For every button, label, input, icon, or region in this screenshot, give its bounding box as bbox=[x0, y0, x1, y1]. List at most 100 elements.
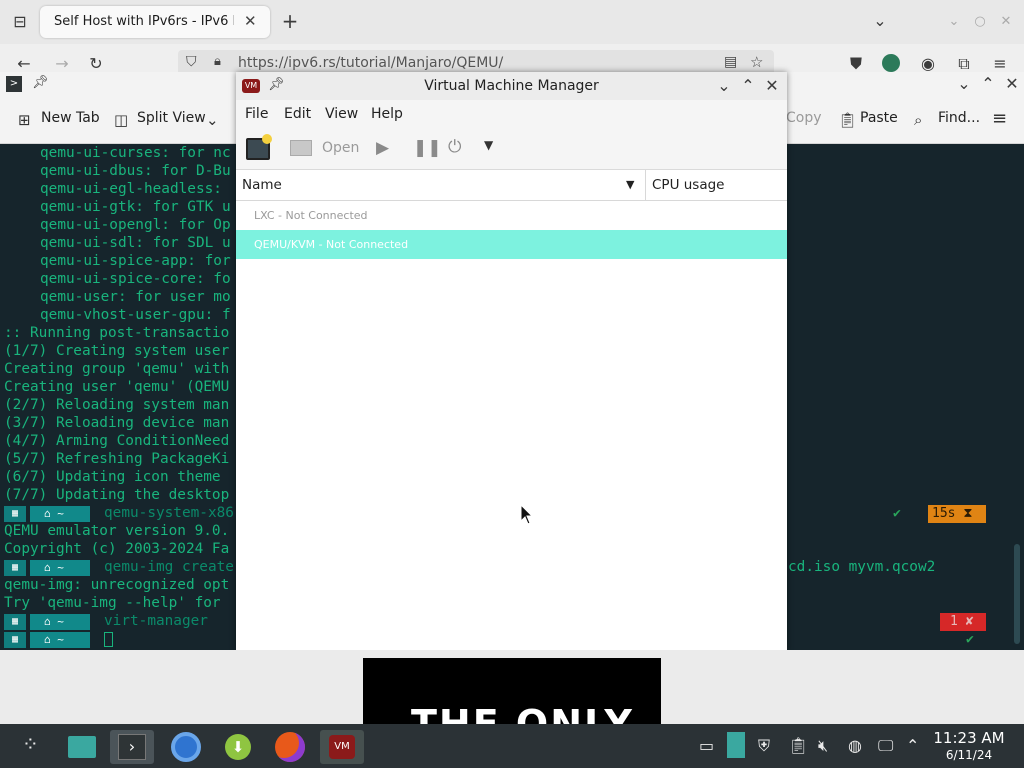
hamburger-menu-icon[interactable]: ≡ bbox=[992, 108, 1007, 129]
menu-icon[interactable]: ≡ bbox=[990, 54, 1010, 74]
forward-icon[interactable]: → bbox=[52, 54, 72, 74]
reader-view-icon[interactable]: ▤ bbox=[724, 54, 737, 70]
pause-icon[interactable]: ❚❚ bbox=[413, 138, 442, 158]
browser-window: ⊟ Self Host with IPv6rs - IPv6 Po ✕ + ⌄ … bbox=[0, 0, 1024, 80]
terminal-line: qemu-user: for user mo bbox=[40, 289, 231, 305]
menu-file[interactable]: File bbox=[245, 106, 268, 122]
new-tab-button[interactable]: New Tab bbox=[41, 110, 100, 126]
split-view-icon: ◫ bbox=[114, 111, 129, 129]
new-tab-icon[interactable]: + bbox=[280, 11, 300, 31]
terminal-line: qemu-ui-egl-headless: bbox=[40, 181, 231, 197]
terminal-line: qemu-ui-sdl: for SDL u bbox=[40, 235, 231, 251]
menu-edit[interactable]: Edit bbox=[284, 106, 311, 122]
mouse-pointer-icon bbox=[520, 504, 534, 526]
success-check-icon: ✔ bbox=[966, 632, 974, 647]
app-launcher-icon[interactable]: ⁘ bbox=[22, 732, 39, 756]
terminal-cursor bbox=[104, 632, 113, 647]
browser-tab[interactable]: Self Host with IPv6rs - IPv6 Po ✕ bbox=[40, 6, 270, 38]
terminal-line: qemu-ui-spice-app: for bbox=[40, 253, 231, 269]
home-icon: ⌂ bbox=[44, 615, 58, 628]
connection-label: QEMU/KVM - Not Connected bbox=[254, 238, 409, 251]
virt-manager-icon: VM bbox=[329, 735, 355, 759]
exit-code-text: 1 bbox=[950, 614, 958, 629]
taskbar-firefox[interactable] bbox=[268, 730, 312, 764]
maximize-icon[interactable]: ⌃ bbox=[738, 76, 758, 96]
pager-icon[interactable] bbox=[727, 732, 745, 758]
clock-date[interactable]: 6/11/24 bbox=[932, 748, 1006, 762]
security-shield-icon[interactable]: ⛨ bbox=[758, 736, 770, 756]
terminal-icon: › bbox=[118, 734, 146, 760]
maximize-icon[interactable]: ⌃ bbox=[978, 74, 998, 94]
folder-icon bbox=[68, 736, 96, 758]
run-icon[interactable]: ▶ bbox=[376, 138, 389, 158]
open-button[interactable]: Open bbox=[322, 140, 359, 156]
show-desktop-icon[interactable]: ▭ bbox=[699, 736, 714, 755]
maximize-icon[interactable]: ○ bbox=[970, 12, 990, 32]
display-icon[interactable]: 🖵︎ bbox=[878, 736, 893, 756]
bookmark-star-icon[interactable]: ☆ bbox=[750, 53, 763, 71]
new-star-badge bbox=[262, 134, 272, 144]
terminal-line: qemu-ui-opengl: for Op bbox=[40, 217, 231, 233]
chevron-up-icon[interactable]: ⌃ bbox=[906, 736, 919, 755]
close-icon[interactable]: ✕ bbox=[762, 76, 782, 96]
taskbar-chromium[interactable] bbox=[164, 730, 208, 764]
home-icon: ⌂ bbox=[44, 507, 58, 520]
column-name[interactable]: Name bbox=[242, 177, 282, 193]
menu-help[interactable]: Help bbox=[371, 106, 403, 122]
paste-button[interactable]: Paste bbox=[860, 110, 898, 126]
network-icon[interactable]: ◍ bbox=[848, 736, 862, 755]
close-icon[interactable]: ✕ bbox=[996, 12, 1016, 32]
extension-icon[interactable] bbox=[882, 54, 900, 72]
chevron-down-icon[interactable]: ⌄ bbox=[206, 111, 219, 129]
sort-chevron-icon[interactable]: ▼ bbox=[626, 178, 634, 191]
pin-icon[interactable]: 📌︎ bbox=[32, 75, 49, 90]
copy-button[interactable]: Copy bbox=[786, 110, 822, 126]
home-icon: ⌂ bbox=[44, 633, 58, 646]
tab-list-icon[interactable]: ⊟ bbox=[10, 12, 30, 32]
terminal-line: (2/7) Reloading system man bbox=[4, 397, 230, 413]
open-console-icon[interactable] bbox=[290, 140, 312, 156]
taskbar-konsole[interactable]: › bbox=[110, 730, 154, 764]
reload-icon[interactable]: ↻ bbox=[86, 54, 106, 74]
pocket-icon[interactable]: ⛊ bbox=[846, 54, 866, 74]
terminal-line: qemu-vhost-user-gpu: f bbox=[40, 307, 231, 323]
browser-tab-title: Self Host with IPv6rs - IPv6 Po bbox=[54, 14, 234, 29]
terminal-line: (1/7) Creating system user bbox=[4, 343, 230, 359]
scrollbar[interactable] bbox=[1014, 544, 1020, 644]
volume-muted-icon[interactable]: 🔇︎ bbox=[818, 736, 828, 756]
video-thumbnail[interactable]: THE ONLY bbox=[363, 658, 661, 724]
column-divider[interactable] bbox=[645, 170, 646, 201]
terminal-line: (6/7) Updating icon theme bbox=[4, 469, 230, 485]
connection-row-qemu-kvm[interactable]: QEMU/KVM - Not Connected bbox=[236, 230, 787, 259]
home-dir-segment: ⌂ ~ bbox=[30, 614, 90, 630]
menu-view[interactable]: View bbox=[325, 106, 358, 122]
taskbar-file-manager[interactable] bbox=[60, 730, 104, 764]
minimize-icon[interactable]: ⌄ bbox=[954, 74, 974, 94]
shutdown-icon[interactable]: ⏻ bbox=[448, 137, 461, 157]
terminal-line: (7/7) Updating the desktop bbox=[4, 487, 230, 503]
new-vm-icon[interactable] bbox=[246, 134, 272, 160]
terminal-line: Try 'qemu-img --help' for bbox=[4, 595, 230, 611]
back-icon[interactable]: ← bbox=[14, 54, 34, 74]
terminal-line: QEMU emulator version 9.0. bbox=[4, 523, 230, 539]
extensions-puzzle-icon[interactable]: ⧉ bbox=[954, 54, 974, 74]
close-tab-icon[interactable]: ✕ bbox=[244, 12, 260, 30]
connection-row-lxc[interactable]: LXC - Not Connected bbox=[236, 201, 787, 230]
chevron-down-icon[interactable]: ⌄ bbox=[870, 11, 890, 31]
clock-time[interactable]: 11:23 AM bbox=[932, 729, 1006, 747]
prompt-home-label: ~ bbox=[57, 615, 64, 628]
minimize-icon[interactable]: ⌄ bbox=[714, 76, 734, 96]
terminal-line: (5/7) Refreshing PackageKi bbox=[4, 451, 230, 467]
find-button[interactable]: Find... bbox=[938, 110, 980, 126]
minimize-icon[interactable]: ⌄ bbox=[944, 12, 964, 32]
split-view-button[interactable]: Split View bbox=[137, 110, 206, 126]
home-dir-segment: ⌂ ~ bbox=[30, 506, 90, 522]
close-icon[interactable]: ✕ bbox=[1002, 74, 1022, 94]
clipboard-icon[interactable]: 📋︎ bbox=[788, 736, 808, 755]
taskbar-virt-manager[interactable]: VM bbox=[320, 730, 364, 764]
column-cpu-usage[interactable]: CPU usage bbox=[652, 177, 724, 193]
terminal-line: qemu-ui-curses: for nc bbox=[40, 145, 231, 161]
taskbar-downloader[interactable]: ⬇ bbox=[216, 730, 260, 764]
account-icon[interactable]: ◉ bbox=[918, 54, 938, 74]
chevron-down-icon[interactable]: ▼ bbox=[484, 138, 493, 152]
